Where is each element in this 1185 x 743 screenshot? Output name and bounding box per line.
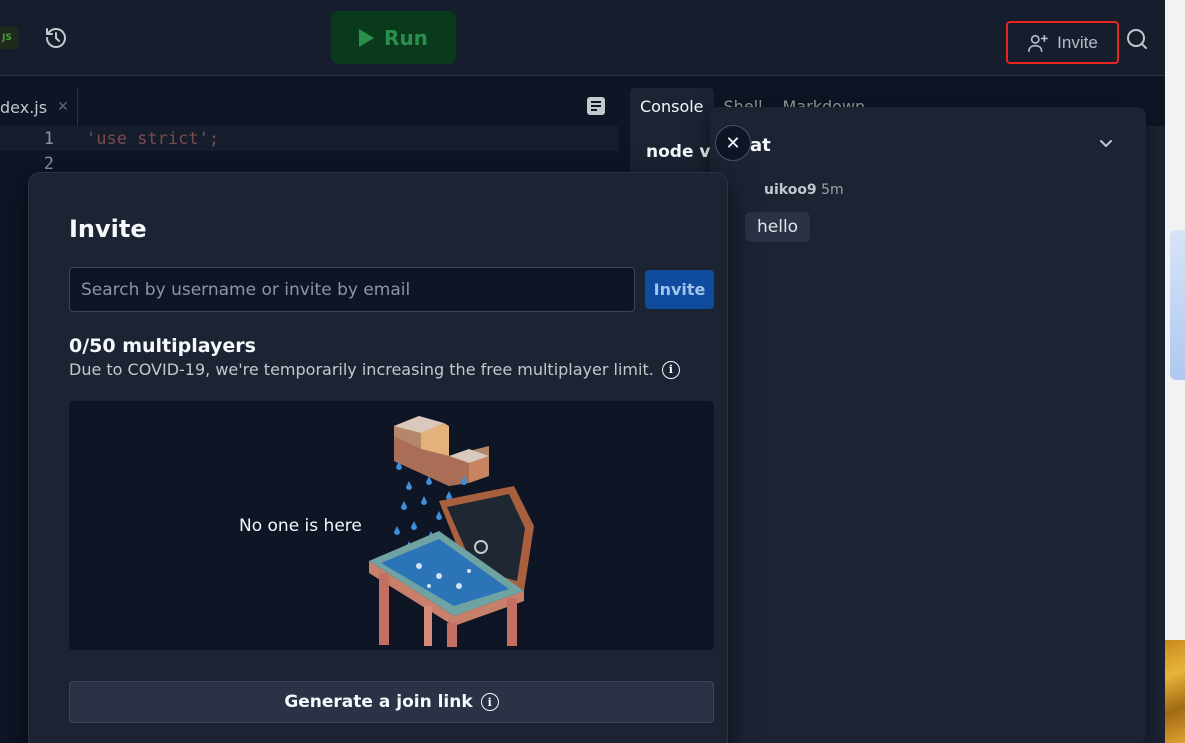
empty-state-illustration [369, 416, 534, 647]
line-number: 1 [43, 128, 54, 149]
js-language-icon: JS [0, 27, 18, 49]
empty-state: No one is here [69, 401, 714, 650]
run-button-label: Run [384, 25, 428, 50]
format-icon[interactable] [586, 96, 606, 116]
chat-panel: at uikoo9 5m hello [710, 107, 1146, 743]
join-link-label: Generate a join link [284, 692, 473, 712]
info-icon[interactable]: i [661, 360, 680, 379]
chevron-down-icon[interactable] [1098, 135, 1114, 151]
invite-search-input[interactable] [69, 267, 635, 312]
invite-header-label: Invite [1057, 32, 1098, 52]
play-icon [359, 28, 375, 47]
tab-console[interactable]: Console [630, 88, 714, 126]
code-text: 'use strict'; [86, 128, 220, 149]
file-tab[interactable]: dex.js ✕ [0, 88, 78, 126]
invite-modal: Invite Invite 0/50 multiplayers Due to C… [28, 172, 728, 743]
chat-username[interactable]: uikoo9 [764, 182, 817, 198]
editor-tab-bar: dex.js ✕ [0, 88, 618, 126]
desktop-widget [1170, 230, 1185, 380]
close-chat-button[interactable]: ✕ [715, 125, 751, 161]
add-user-icon [1028, 34, 1049, 52]
line-number: 2 [43, 153, 54, 174]
code-line: 1 'use strict'; [0, 126, 618, 151]
chat-timestamp: 5m [821, 182, 844, 198]
repl-workspace: JS Run Invite dex.js ✕ 1 'use strict'; 2… [0, 0, 1165, 743]
history-icon[interactable] [44, 26, 68, 50]
search-icon[interactable] [1125, 27, 1149, 51]
close-tab-icon[interactable]: ✕ [57, 99, 69, 115]
info-icon[interactable]: i [480, 693, 499, 711]
generate-join-link-button[interactable]: Generate a join link i [69, 681, 714, 723]
empty-state-text: No one is here [239, 516, 362, 536]
file-tab-label: dex.js [0, 97, 48, 117]
chat-message: hello [745, 212, 811, 242]
run-button[interactable]: Run [331, 11, 456, 64]
desktop-photo [1165, 640, 1185, 743]
invite-submit-button[interactable]: Invite [645, 270, 714, 309]
multiplayer-count: 0/50 multiplayers [69, 335, 256, 357]
top-bar: JS Run Invite [0, 0, 1165, 76]
desktop-background [1165, 0, 1185, 743]
modal-title: Invite [69, 215, 147, 243]
invite-header-button[interactable]: Invite [1006, 21, 1119, 64]
covid-notice-text: Due to COVID-19, we're temporarily incre… [69, 360, 654, 379]
covid-notice: Due to COVID-19, we're temporarily incre… [69, 360, 680, 379]
chat-message-meta: uikoo9 5m [764, 182, 844, 198]
chat-title: at [750, 135, 771, 156]
close-icon: ✕ [725, 132, 741, 154]
